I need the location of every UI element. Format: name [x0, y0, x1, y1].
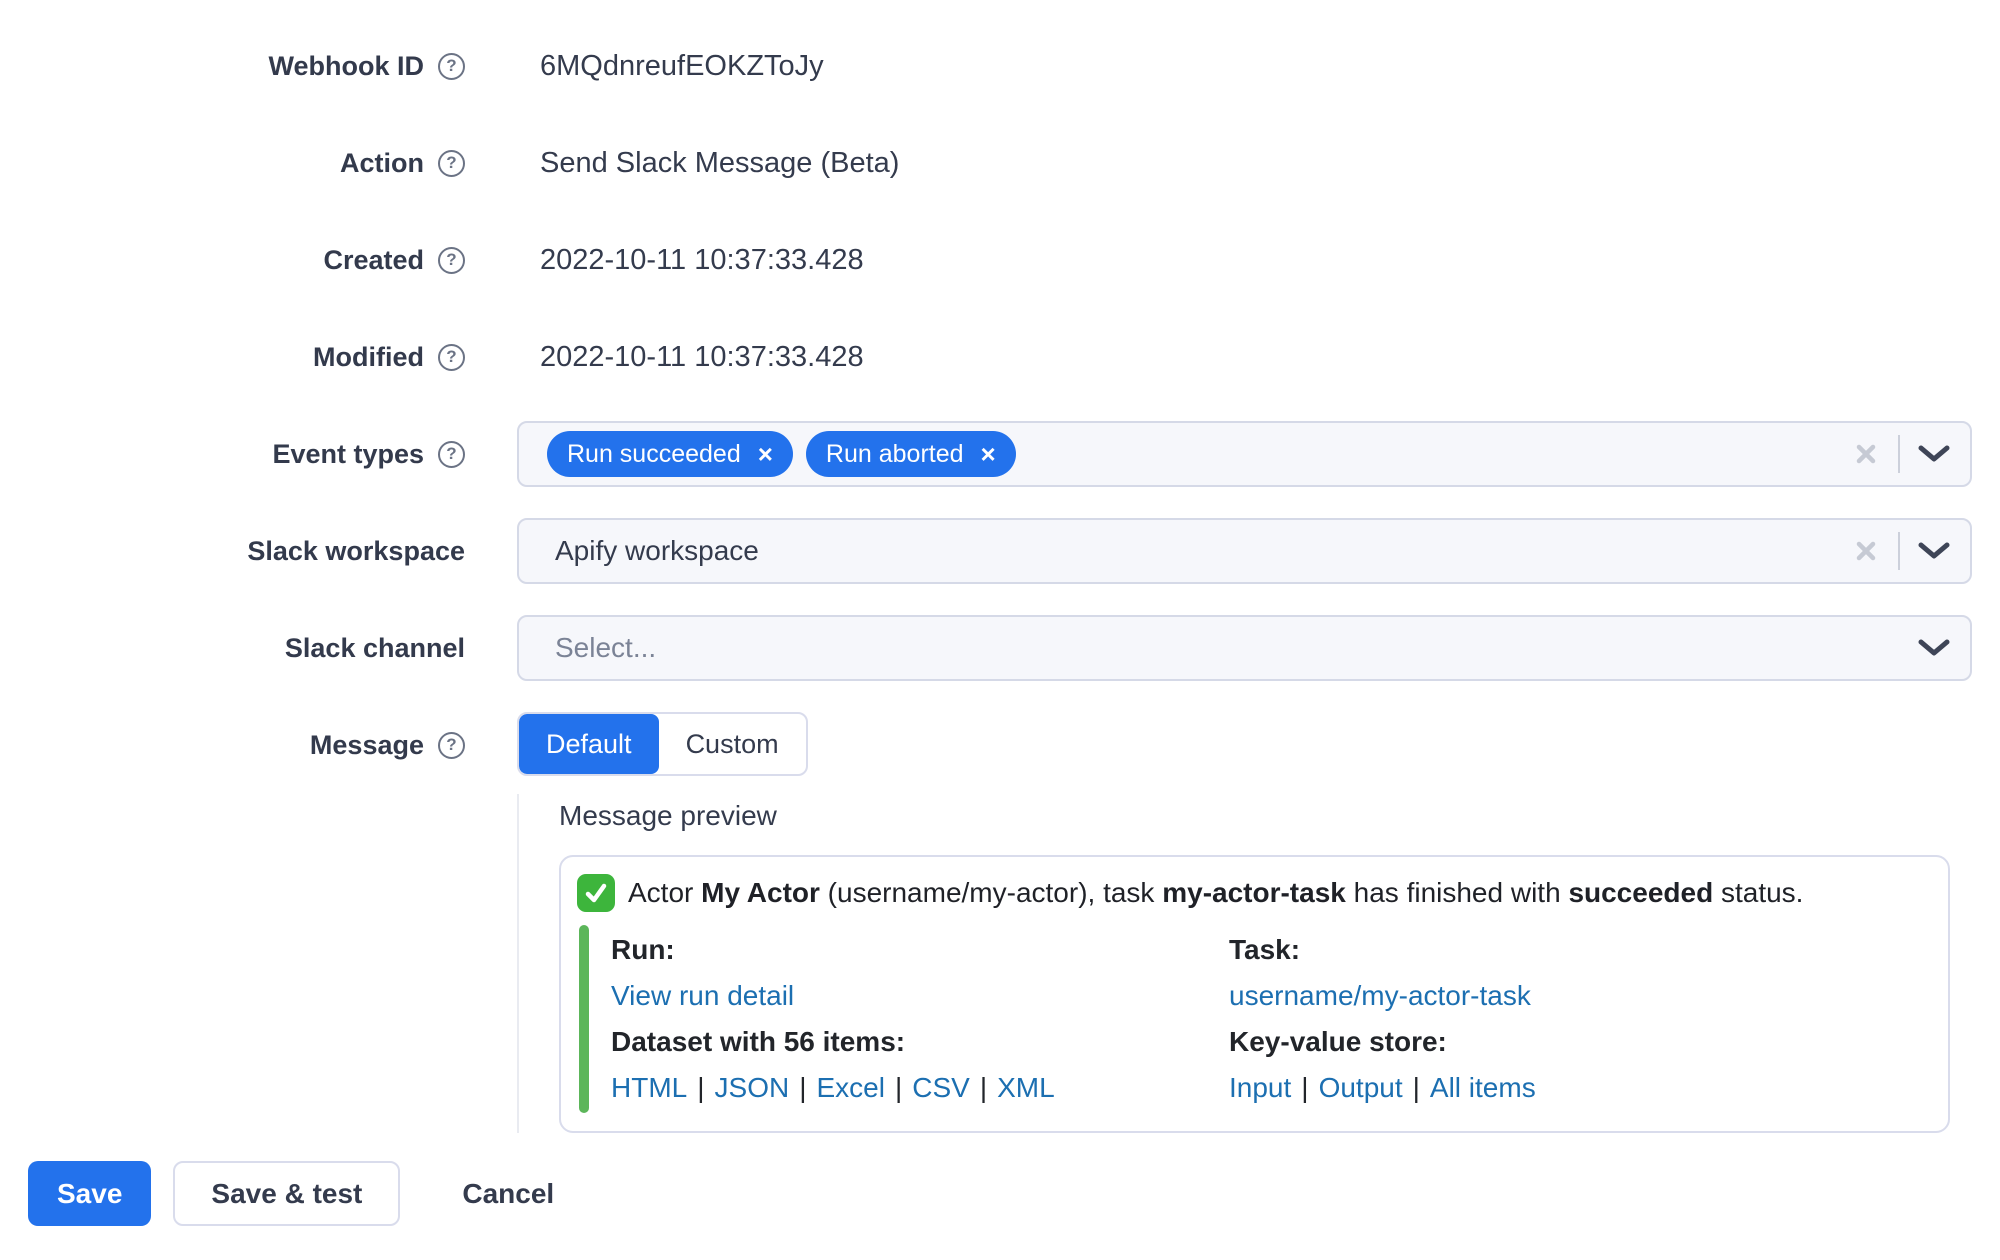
message-row: Message ? Default Custom Message preview… [0, 712, 1972, 1133]
dataset-links: HTML | JSON | Excel | CSV | XML [611, 1065, 1229, 1111]
webhook-id-label: Webhook ID [268, 50, 424, 81]
help-icon[interactable]: ? [438, 246, 465, 274]
message-preview-section: Message preview Actor My Actor (username… [517, 794, 1972, 1133]
created-label: Created [323, 244, 424, 275]
task-column: Task: username/my-actor-task Key-value s… [1229, 927, 1930, 1111]
clear-selection-icon[interactable] [1852, 537, 1880, 565]
dataset-title: Dataset with 56 items: [611, 1026, 906, 1057]
key-value-store-title: Key-value store: [1229, 1026, 1447, 1057]
key-value-store-links: Input | Output | All items [1229, 1065, 1930, 1111]
white-check-mark-emoji [577, 874, 615, 912]
view-run-detail-link[interactable]: View run detail [611, 980, 794, 1011]
slack-workspace-select[interactable]: Apify workspace [517, 518, 1972, 584]
event-type-tag: Run aborted × [805, 431, 1016, 477]
message-mode-default-button[interactable]: Default [519, 714, 659, 774]
action-row: Action ? Send Slack Message (Beta) [0, 130, 1972, 196]
event-types-label: Event types [272, 438, 424, 469]
event-type-tag-label: Run aborted [825, 439, 964, 468]
help-icon[interactable]: ? [438, 52, 465, 80]
dataset-xml-link[interactable]: XML [997, 1072, 1055, 1103]
slack-channel-label: Slack channel [284, 632, 465, 663]
dataset-html-link[interactable]: HTML [611, 1072, 687, 1103]
separator: | [799, 1072, 807, 1103]
action-label: Action [340, 147, 424, 178]
remove-tag-icon[interactable]: × [758, 441, 773, 467]
attachment-accent-bar [579, 925, 589, 1113]
event-type-tag: Run succeeded × [547, 431, 793, 477]
separator: | [979, 1072, 988, 1103]
webhook-form: Webhook ID ? 6MQdnreufEOKZToJy Action ? … [0, 0, 2000, 1133]
message-preview-box: Actor My Actor (username/my-actor), task… [559, 855, 1950, 1133]
created-row: Created ? 2022-10-11 10:37:33.428 [0, 227, 1972, 293]
separator: | [1412, 1072, 1420, 1103]
help-icon[interactable]: ? [438, 343, 465, 371]
clear-selection-icon[interactable] [1852, 440, 1880, 468]
slack-workspace-label: Slack workspace [247, 535, 465, 566]
event-types-row: Event types ? Run succeeded × Run aborte… [0, 421, 1972, 487]
help-icon[interactable]: ? [438, 149, 465, 177]
modified-row: Modified ? 2022-10-11 10:37:33.428 [0, 324, 1972, 390]
task-link[interactable]: username/my-actor-task [1229, 980, 1531, 1011]
chevron-down-icon[interactable] [1918, 445, 1950, 463]
task-title: Task: [1229, 934, 1301, 965]
save-button[interactable]: Save [28, 1161, 152, 1226]
kv-input-link[interactable]: Input [1229, 1072, 1291, 1103]
preview-summary-text: Actor My Actor (username/my-actor), task… [628, 877, 1804, 908]
modified-label: Modified [313, 341, 424, 372]
message-preview-heading: Message preview [559, 800, 777, 831]
slack-channel-row: Slack channel Select... [0, 615, 1972, 681]
divider [1898, 532, 1900, 570]
slack-channel-placeholder: Select... [555, 632, 657, 663]
divider [1898, 435, 1900, 473]
modified-value: 2022-10-11 10:37:33.428 [540, 340, 864, 373]
chevron-down-icon[interactable] [1918, 542, 1950, 560]
remove-tag-icon[interactable]: × [981, 441, 996, 467]
run-column: Run: View run detail Dataset with 56 ite… [611, 927, 1229, 1111]
event-types-select[interactable]: Run succeeded × Run aborted × [517, 421, 1972, 487]
run-title: Run: [611, 934, 675, 965]
action-value: Send Slack Message (Beta) [540, 146, 900, 179]
slack-channel-select[interactable]: Select... [517, 615, 1972, 681]
help-icon[interactable]: ? [438, 440, 465, 468]
dataset-json-link[interactable]: JSON [715, 1072, 790, 1103]
kv-output-link[interactable]: Output [1319, 1072, 1403, 1103]
cancel-button[interactable]: Cancel [462, 1178, 554, 1210]
form-actions: Save Save & test Cancel [0, 1161, 2000, 1226]
kv-all-items-link[interactable]: All items [1430, 1072, 1536, 1103]
chevron-down-icon[interactable] [1918, 639, 1950, 657]
slack-attachment: Run: View run detail Dataset with 56 ite… [577, 925, 1930, 1113]
separator: | [697, 1072, 705, 1103]
dataset-csv-link[interactable]: CSV [912, 1072, 970, 1103]
created-value: 2022-10-11 10:37:33.428 [540, 243, 864, 276]
dataset-excel-link[interactable]: Excel [816, 1072, 884, 1103]
help-icon[interactable]: ? [438, 731, 465, 759]
message-mode-toggle: Default Custom [517, 712, 808, 776]
message-mode-custom-button[interactable]: Custom [659, 714, 806, 774]
save-and-test-button[interactable]: Save & test [173, 1161, 401, 1226]
message-label: Message [309, 729, 424, 760]
slack-workspace-row: Slack workspace Apify workspace [0, 518, 1972, 584]
slack-workspace-value: Apify workspace [555, 535, 759, 566]
webhook-id-row: Webhook ID ? 6MQdnreufEOKZToJy [0, 33, 1972, 99]
event-type-tag-label: Run succeeded [567, 439, 741, 468]
webhook-id-value: 6MQdnreufEOKZToJy [540, 49, 824, 82]
separator: | [1301, 1072, 1309, 1103]
separator: | [894, 1072, 903, 1103]
